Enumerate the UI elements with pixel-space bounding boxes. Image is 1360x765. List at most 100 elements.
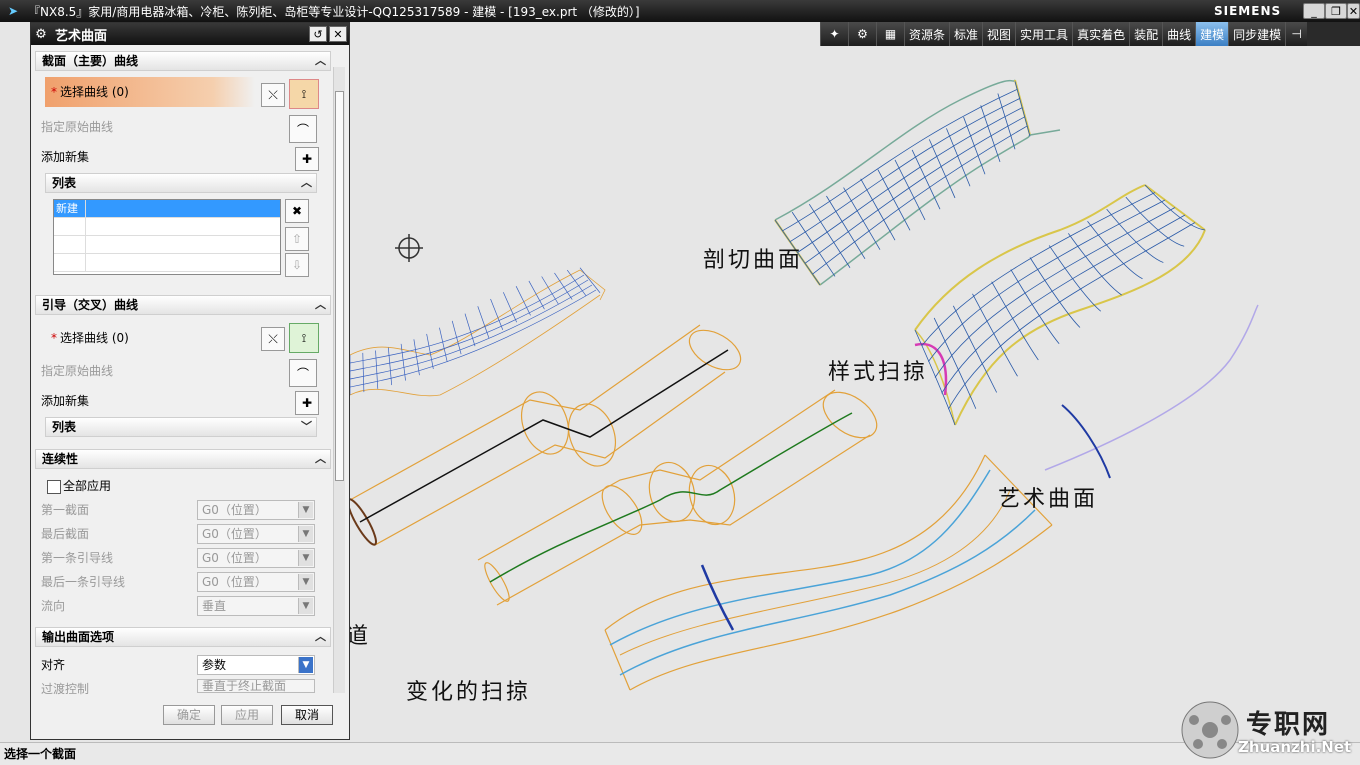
chevron-down-icon[interactable]: ﹀ xyxy=(301,418,312,436)
tab-true-shading[interactable]: 真实着色 xyxy=(1072,22,1130,46)
tab-assembly[interactable]: 装配 xyxy=(1129,22,1163,46)
chevron-up-icon[interactable]: ︿ xyxy=(315,450,326,468)
last-guide-select: G0（位置） ▼ xyxy=(197,572,315,592)
close-icon[interactable]: ✕ xyxy=(329,26,347,42)
mesh-line xyxy=(1125,196,1185,247)
status-bar: 选择一个截面 xyxy=(0,742,1360,765)
chevron-up-icon[interactable]: ︿ xyxy=(301,174,312,192)
mesh-line xyxy=(911,149,941,210)
select-curve-label: 选择曲线 (0) xyxy=(60,85,129,99)
continuity-header[interactable]: 连续性 ︿ xyxy=(35,449,331,469)
close-button[interactable]: ✕ xyxy=(1347,3,1360,19)
tab-resource-bar[interactable]: 资源条 xyxy=(904,22,950,46)
apply-all-label: 全部应用 xyxy=(63,479,112,493)
chevron-up-icon[interactable]: ︿ xyxy=(315,52,326,70)
curve-select-icon[interactable]: ⟟ xyxy=(289,323,319,353)
dropdown-arrow-icon: ▼ xyxy=(298,526,313,542)
window-title: 『NX8.5』家用/商用电器冰箱、冷柜、陈列柜、岛柜等专业设计-QQ125317… xyxy=(28,4,640,19)
tab-standard[interactable]: 标准 xyxy=(949,22,983,46)
label-studio-surface: 艺术曲面 xyxy=(998,487,1099,512)
restore-button[interactable]: ❐ xyxy=(1325,3,1347,19)
styled-sweep-grid xyxy=(914,184,1206,426)
dropdown-arrow-icon[interactable]: ▼ xyxy=(298,657,313,673)
graphics-viewport[interactable] xyxy=(350,46,1360,742)
reset-icon[interactable]: ↺ xyxy=(309,26,327,42)
continuity-title: 连续性 xyxy=(42,452,79,466)
remove-icon[interactable]: ✖ xyxy=(285,199,309,223)
output-options-header[interactable]: 输出曲面选项 ︿ xyxy=(35,627,331,647)
move-down-icon: ⇩ xyxy=(285,253,309,277)
minimize-button[interactable]: _ xyxy=(1303,3,1325,19)
mesh-line xyxy=(490,298,504,331)
select-curve-label: 选择曲线 (0) xyxy=(60,331,129,345)
section-guide-title: 引导（交叉）曲线 xyxy=(42,298,139,312)
list-item-label: 新建 xyxy=(54,200,86,217)
tab-modeling[interactable]: 建模 xyxy=(1195,22,1229,46)
gear-icon[interactable]: ⚙ xyxy=(31,27,51,42)
specify-origin-curve: 指定原始曲线 xyxy=(41,364,114,378)
watermark: 专职网 Zhuanzhi.Net xyxy=(1180,700,1360,762)
first-section-select: G0（位置） ▼ xyxy=(197,500,315,520)
cursor-icon xyxy=(395,234,423,262)
list-item[interactable]: 新建 xyxy=(54,200,280,218)
add-set-icon[interactable]: ✚ xyxy=(295,391,319,415)
chevron-up-icon[interactable]: ︿ xyxy=(315,628,326,646)
section-list-header[interactable]: 列表 ︿ xyxy=(45,173,317,193)
guide-list-header[interactable]: 列表 ﹀ xyxy=(45,417,317,437)
mesh-line xyxy=(426,333,434,370)
mesh-line xyxy=(464,313,476,347)
watermark-en: Zhuanzhi.Net xyxy=(1238,738,1352,756)
chevron-up-icon[interactable]: ︿ xyxy=(315,296,326,314)
nx-logo-icon[interactable]: ✦ xyxy=(820,22,848,46)
curve-select-icon[interactable]: ⟟ xyxy=(289,79,319,109)
origin-curve-icon: ⌒ xyxy=(289,359,317,387)
deselect-icon[interactable]: ⤬ xyxy=(261,327,285,351)
toolbar-menu-icon[interactable]: ⊣ xyxy=(1285,22,1308,46)
tab-view[interactable]: 视图 xyxy=(982,22,1016,46)
label-section-surface: 剖切曲面 xyxy=(703,248,804,273)
section-primary-title: 截面（主要）曲线 xyxy=(42,54,139,68)
mesh-line xyxy=(362,352,365,393)
align-select[interactable]: 参数 ▼ xyxy=(197,655,315,675)
variational-mesh xyxy=(350,269,606,397)
dropdown-arrow-icon: ▼ xyxy=(298,574,313,590)
mesh-line xyxy=(946,128,971,187)
mesh-line xyxy=(1048,245,1102,312)
mesh-line xyxy=(928,139,956,199)
studio-surface-dialog: ⚙ 艺术曲面 ↺ ✕ 截面（主要）曲线 ︿ * 选择曲线 (0) ⤬ ⟟ 指定原始… xyxy=(30,22,350,740)
section-primary-header[interactable]: 截面（主要）曲线 ︿ xyxy=(35,51,331,71)
apply-all-checkbox[interactable] xyxy=(47,480,61,494)
section-list[interactable]: 新建 xyxy=(53,199,281,275)
select-value: 垂直 xyxy=(202,599,227,613)
transition-control-select: 垂直于终止截面 xyxy=(197,679,315,693)
label-styled-sweep: 样式扫掠 xyxy=(828,360,929,385)
tab-curve[interactable]: 曲线 xyxy=(1162,22,1196,46)
mesh-line xyxy=(579,267,601,293)
list-title: 列表 xyxy=(52,420,77,434)
select-value: G0（位置） xyxy=(202,527,267,541)
grid-icon[interactable]: ▦ xyxy=(876,22,904,46)
dialog-scrollbar[interactable] xyxy=(333,67,345,693)
mesh-line xyxy=(843,187,881,250)
apply-button: 应用 xyxy=(221,705,273,725)
select-section-curve[interactable]: * 选择曲线 (0) xyxy=(45,77,255,107)
select-value: G0（位置） xyxy=(202,575,267,589)
deselect-icon[interactable]: ⤬ xyxy=(261,83,285,107)
tab-utilities[interactable]: 实用工具 xyxy=(1015,22,1073,46)
add-set-icon[interactable]: ✚ xyxy=(295,147,319,171)
scrollbar-thumb[interactable] xyxy=(335,91,344,481)
cancel-button[interactable]: 取消 xyxy=(281,705,333,725)
select-value: G0（位置） xyxy=(202,551,267,565)
select-guide-curve[interactable]: * 选择曲线 (0) xyxy=(45,323,255,353)
gear-icon[interactable]: ⚙ xyxy=(848,22,876,46)
mesh-line xyxy=(934,207,1176,378)
section-guide-header[interactable]: 引导（交叉）曲线 ︿ xyxy=(35,295,331,315)
mesh-line xyxy=(541,276,559,305)
last-section-select: G0（位置） ▼ xyxy=(197,524,315,544)
tab-sync-modeling[interactable]: 同步建模 xyxy=(1228,22,1286,46)
nx-app-icon[interactable]: ➤ xyxy=(4,3,22,19)
flow-direction-select: 垂直 ▼ xyxy=(197,596,315,616)
guide-curve-blue xyxy=(1061,404,1111,479)
required-star: * xyxy=(51,85,57,99)
add-new-set-label: 添加新集 xyxy=(41,150,90,164)
